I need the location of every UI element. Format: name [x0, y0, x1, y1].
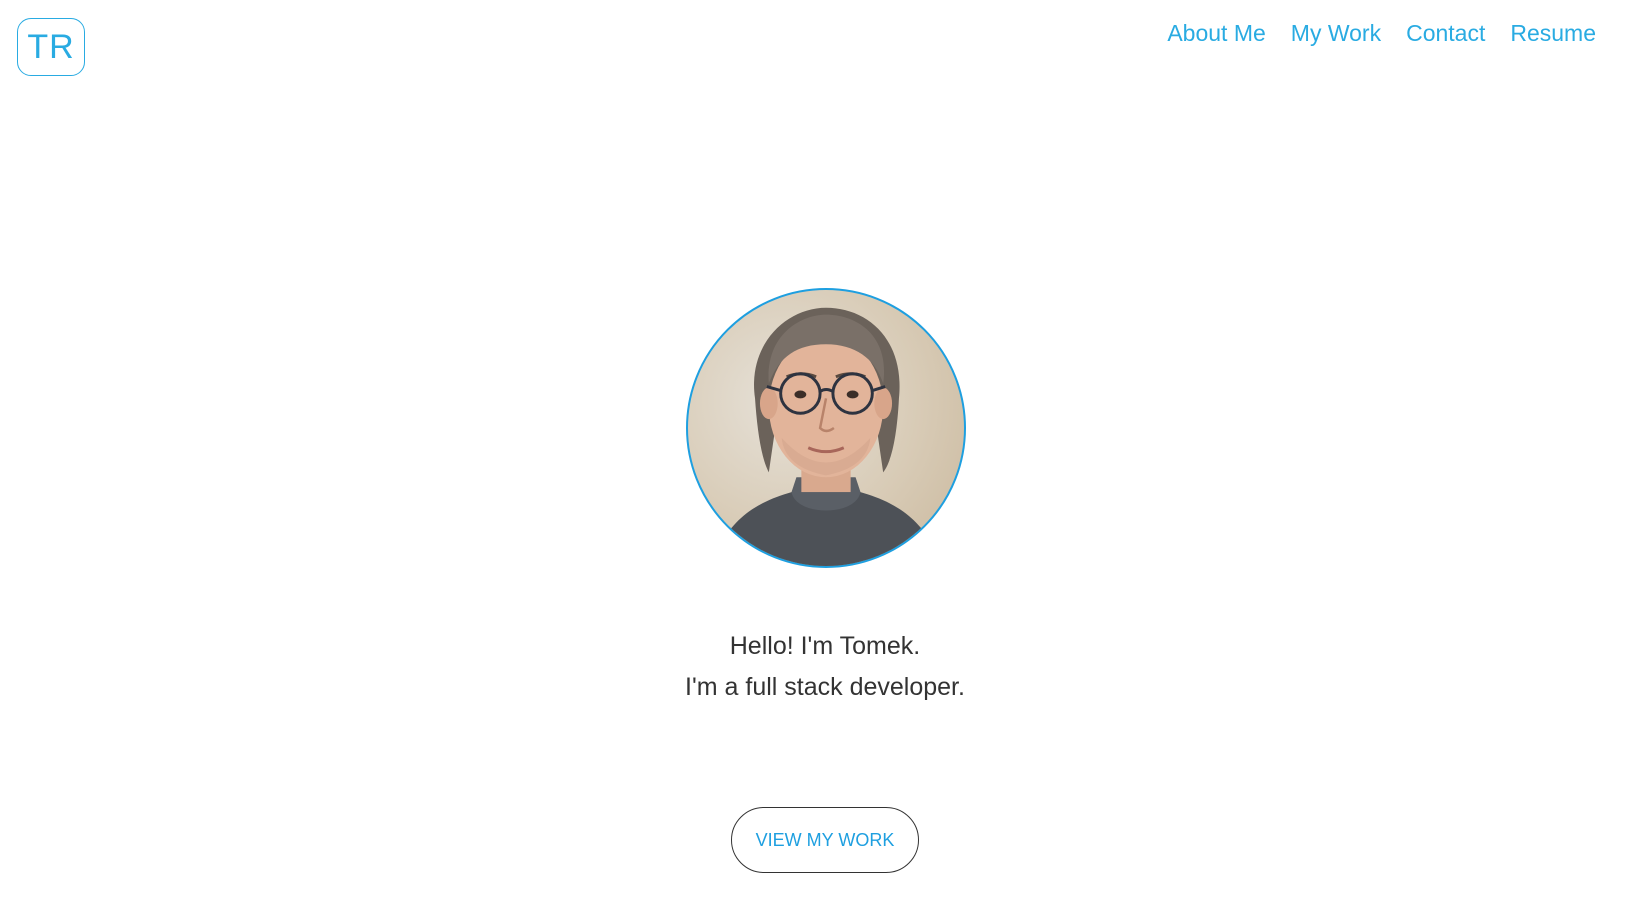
nav-resume[interactable]: Resume [1510, 18, 1596, 48]
intro-text: Hello! I'm Tomek. I'm a full stack devel… [0, 626, 1644, 708]
portrait-illustration [712, 307, 942, 566]
logo-link[interactable]: TR [17, 18, 85, 76]
nav-my-work[interactable]: My Work [1291, 18, 1381, 48]
greeting: Hello! I'm Tomek. [729, 632, 921, 660]
main-nav: About Me My Work Contact Resume [1167, 18, 1596, 48]
logo-text: TR [27, 27, 75, 66]
page: TR About Me My Work Contact Resume Hello… [0, 0, 1644, 915]
nav-contact[interactable]: Contact [1406, 18, 1485, 48]
tagline: I'm a full stack developer. [685, 673, 965, 701]
profile-photo [686, 288, 966, 568]
view-my-work-button[interactable]: VIEW MY WORK [731, 807, 919, 873]
nav-about-me[interactable]: About Me [1167, 18, 1265, 48]
